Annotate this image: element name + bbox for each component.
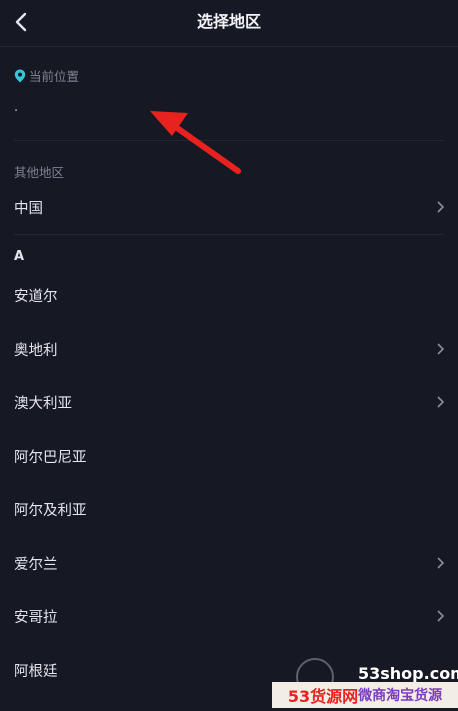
country-name: 阿尔及利亚 <box>14 502 87 519</box>
chevron-right-icon <box>437 610 445 622</box>
country-row[interactable]: 澳大利亚 <box>0 376 458 428</box>
current-location-label: 当前位置 <box>14 66 79 85</box>
other-regions-label: 其他地区 <box>14 165 65 180</box>
country-name: 奥地利 <box>14 342 58 359</box>
chevron-right-icon <box>437 343 445 355</box>
country-name: 中国 <box>14 200 43 217</box>
location-pin-icon <box>14 69 26 82</box>
country-row[interactable]: 爱尔兰 <box>0 537 458 589</box>
country-name: 阿根廷 <box>14 663 58 680</box>
country-row[interactable]: 安道尔 <box>0 269 458 321</box>
watermark-site: 53shop.com <box>358 664 458 683</box>
chevron-right-icon <box>437 557 445 569</box>
current-location-value[interactable]: . <box>14 100 18 115</box>
top-bar: 选择地区 <box>0 0 458 47</box>
current-location-text: 当前位置 <box>29 69 80 84</box>
index-letter-a: A <box>14 249 25 264</box>
country-name: 阿尔巴尼亚 <box>14 449 87 466</box>
country-row[interactable]: 阿尔及利亚 <box>0 483 458 535</box>
country-name: 爱尔兰 <box>14 556 58 573</box>
chevron-right-icon <box>437 201 445 213</box>
page-title: 选择地区 <box>196 12 261 31</box>
watermark-left: 53货源网 <box>287 687 359 706</box>
watermark-banner: 53货源网 微商淘宝货源 <box>272 682 458 708</box>
country-name: 安道尔 <box>14 288 58 305</box>
country-name: 安哥拉 <box>14 609 58 626</box>
country-row[interactable]: 安哥拉 <box>0 590 458 642</box>
country-row[interactable]: 阿尔巴尼亚 <box>0 430 458 482</box>
country-name: 澳大利亚 <box>14 395 72 412</box>
country-row-china[interactable]: 中国 <box>0 181 458 233</box>
chevron-right-icon <box>437 396 445 408</box>
country-row[interactable]: 奥地利 <box>0 323 458 375</box>
divider <box>14 234 444 235</box>
divider <box>14 140 444 141</box>
watermark-right: 微商淘宝货源 <box>358 688 443 704</box>
